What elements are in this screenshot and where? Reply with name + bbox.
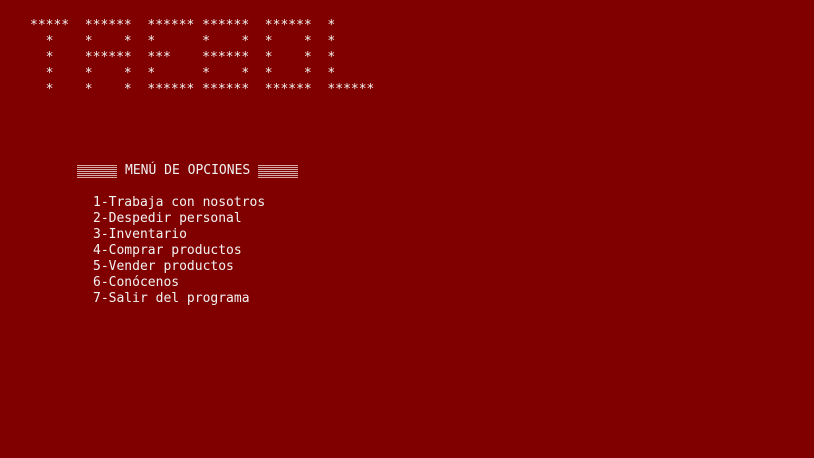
menu-option-2: 2-Despedir personal [93,211,242,226]
menu-option-3: 3-Inventario [93,227,187,242]
menu-header: MENÚ DE OPCIONES [77,163,299,179]
menu-title: MENÚ DE OPCIONES [125,163,251,178]
menu-option-7: 7-Salir del programa [93,291,250,306]
shade-block-icon [77,164,117,178]
menu-option-6: 6-Conócenos [93,275,180,290]
menu-option-5: 5-Vender productos [93,259,234,274]
console-window: ***** ****** ****** ****** ****** * * * … [0,0,814,458]
menu-option-1: 1-Trabaja con nosotros [93,195,266,210]
menu-options: 1-Trabaja con nosotros 2-Despedir person… [93,195,265,307]
menu-option-4: 4-Comprar productos [93,243,242,258]
shade-block-icon [258,164,299,178]
ascii-banner: ***** ****** ****** ****** ****** * * * … [30,18,375,97]
